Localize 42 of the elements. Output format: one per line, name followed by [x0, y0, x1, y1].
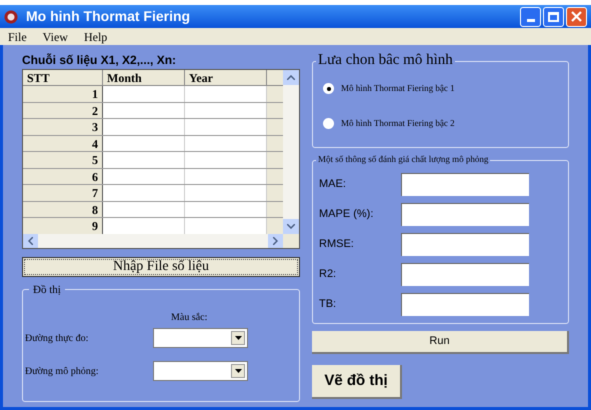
vertical-scrollbar[interactable]	[283, 70, 299, 234]
field-label: Đường thực đo:	[25, 332, 90, 346]
column-header[interactable]: Year	[185, 70, 267, 85]
menu-item[interactable]: View	[42, 28, 68, 46]
maximize-button[interactable]	[543, 6, 564, 26]
field-label: TB:	[319, 297, 338, 312]
input-field[interactable]	[401, 263, 529, 286]
scroll-right-icon[interactable]	[268, 234, 283, 248]
panel-title: Chuỗi số liệu X1, X2,..., Xn:	[22, 53, 178, 67]
column-header[interactable]: STT	[23, 70, 103, 85]
menu-item[interactable]: Help	[84, 28, 108, 46]
color-dropdown[interactable]	[153, 361, 248, 381]
run-button[interactable]: Run	[312, 331, 569, 354]
radio-button[interactable]	[323, 118, 334, 129]
column-header[interactable]: Month	[103, 70, 185, 85]
horizontal-scrollbar[interactable]	[23, 234, 283, 248]
close-button[interactable]	[566, 6, 587, 26]
color-dropdown[interactable]	[153, 328, 248, 348]
field-label: Đường mô phỏng:	[25, 364, 100, 378]
input-field[interactable]	[401, 203, 529, 226]
field-label: RMSE:	[319, 237, 355, 252]
minimize-button[interactable]	[520, 6, 541, 26]
scroll-up-icon[interactable]	[283, 70, 299, 85]
input-field[interactable]	[401, 173, 529, 196]
field-label: MAE:	[319, 177, 347, 192]
group-title: Một số thông số đánh giá chất lượng mô phỏng	[316, 154, 490, 165]
window-title: Mo hinh Thormat Fiering	[26, 7, 190, 26]
radio-button[interactable]	[323, 83, 334, 94]
scroll-left-icon[interactable]	[23, 234, 38, 248]
input-field[interactable]	[401, 293, 529, 316]
radio-label: Mô hình Thormat Fiering bậc 2	[341, 116, 455, 130]
radio-label: Mô hình Thormat Fiering bậc 1	[341, 82, 455, 95]
import-file-button[interactable]: Nhập File số liệu	[22, 257, 300, 277]
scroll-down-icon[interactable]	[283, 219, 299, 234]
field-label: R2:	[319, 267, 338, 282]
plot-button[interactable]: Vẽ đồ thị	[312, 365, 402, 399]
menu-item[interactable]: File	[8, 28, 27, 46]
close-icon	[571, 11, 582, 22]
field-label: MAPE (%):	[319, 207, 374, 222]
color-label: Màu sắc:	[171, 311, 208, 325]
app-icon	[4, 10, 18, 24]
input-field[interactable]	[401, 233, 529, 256]
